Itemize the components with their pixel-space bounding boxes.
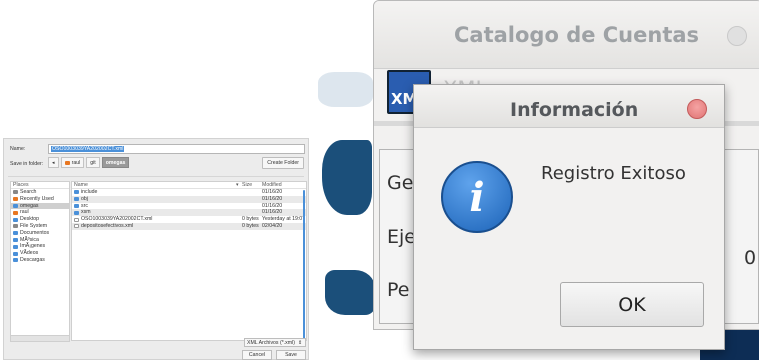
folder-icon (74, 197, 79, 202)
column-name[interactable]: Name (74, 182, 88, 189)
info-dialog: Información i Registro Exitoso OK (413, 84, 725, 350)
place-raul[interactable]: raul (11, 209, 69, 216)
folder-icon (13, 217, 18, 222)
close-icon[interactable] (727, 26, 747, 46)
file-row[interactable]: obj 01/16/20 (72, 195, 306, 203)
wallpaper-shape (318, 72, 373, 107)
path-crumb-git[interactable]: git (86, 157, 100, 168)
file-row[interactable]: OSO1003039YA202002CT.xml 0 bytes Yesterd… (72, 216, 306, 223)
ejercicio-label: Eje (387, 226, 416, 248)
sort-arrow-icon: ▾ (236, 182, 239, 188)
save-button[interactable]: Save (276, 350, 306, 360)
file-icon (74, 224, 79, 229)
place-search[interactable]: Search (11, 189, 69, 196)
info-icon: i (441, 161, 513, 233)
places-sidebar: Places Search Recently Used omegas raul … (10, 181, 70, 341)
ok-button[interactable]: OK (560, 282, 704, 327)
file-list-scrollbar[interactable] (303, 190, 305, 340)
filename-input[interactable]: OSO1003039YA202002CT.xml (48, 144, 305, 154)
search-icon (13, 190, 18, 195)
folder-icon (13, 258, 18, 263)
folder-icon (13, 231, 18, 236)
file-list-header: Name ▾ Size Modified (72, 182, 306, 189)
save-in-folder-label: Save in folder: (10, 161, 44, 167)
wallpaper-shape (325, 270, 375, 315)
place-file-system[interactable]: File System (11, 223, 69, 230)
path-crumb-omegas[interactable]: omegas (101, 157, 130, 168)
cancel-button[interactable]: Cancel (242, 350, 272, 360)
filename-value: OSO1003039YA202002CT.xml (51, 146, 125, 152)
clock-icon (13, 197, 18, 202)
folder-icon (74, 190, 79, 195)
save-file-dialog: Name: OSO1003039YA202002CT.xml Save in f… (3, 138, 309, 360)
place-videos[interactable]: VÃ­deos (11, 250, 69, 257)
home-icon (13, 210, 18, 215)
column-size[interactable]: Size (242, 182, 252, 189)
file-row[interactable]: depositosefectivos.xml 0 bytes 02/04/20 (72, 222, 306, 230)
home-icon (64, 160, 70, 165)
periodo-label: Pe (387, 279, 410, 301)
folder-icon (13, 244, 18, 249)
file-list: Name ▾ Size Modified include 01/16/20 ob… (71, 181, 307, 341)
place-omegas[interactable]: omegas (11, 202, 69, 210)
divider (8, 176, 304, 177)
catalogo-title: Catalogo de Cuentas (454, 23, 700, 47)
place-documentos[interactable]: Documentos (11, 230, 69, 237)
place-descargas[interactable]: Descargas (11, 257, 69, 264)
wallpaper-shape (322, 140, 372, 215)
path-back-button[interactable]: ◂ (48, 157, 59, 168)
ejercicio-value: 0 (744, 247, 757, 269)
place-recently-used[interactable]: Recently Used (11, 196, 69, 203)
file-row[interactable]: xsm 01/16/20 (72, 209, 306, 217)
places-add-remove-bar[interactable] (10, 335, 70, 342)
folder-icon (13, 251, 18, 256)
folder-icon (74, 203, 79, 208)
name-label: Name: (10, 146, 26, 152)
close-icon[interactable] (687, 99, 707, 119)
places-header: Places (11, 182, 69, 189)
file-icon (74, 217, 79, 222)
path-crumb-raul[interactable]: raul (60, 157, 85, 168)
folder-icon (13, 237, 18, 242)
catalogo-titlebar[interactable]: Catalogo de Cuentas (374, 1, 759, 69)
generic-label: Ge (387, 172, 414, 194)
desktop: Name: OSO1003039YA202002CT.xml Save in f… (0, 0, 759, 360)
file-type-filter[interactable]: XML Archivos (*.xml) ⇕ (244, 338, 306, 347)
updown-icon: ⇕ (297, 339, 303, 346)
info-dialog-title: Información (510, 99, 639, 121)
column-modified[interactable]: Modified (262, 182, 282, 189)
info-dialog-titlebar[interactable]: Información (414, 85, 724, 128)
folder-icon (13, 203, 18, 208)
file-row[interactable]: src 01/16/20 (72, 203, 306, 210)
path-bar: ◂ raul git omegas (48, 157, 130, 168)
info-message: Registro Exitoso (541, 163, 686, 184)
file-row[interactable]: include 01/16/20 (72, 189, 306, 196)
place-desktop[interactable]: Desktop (11, 216, 69, 223)
create-folder-button[interactable]: Create Folder (262, 157, 304, 169)
drive-icon (13, 224, 18, 229)
folder-icon (74, 210, 79, 215)
